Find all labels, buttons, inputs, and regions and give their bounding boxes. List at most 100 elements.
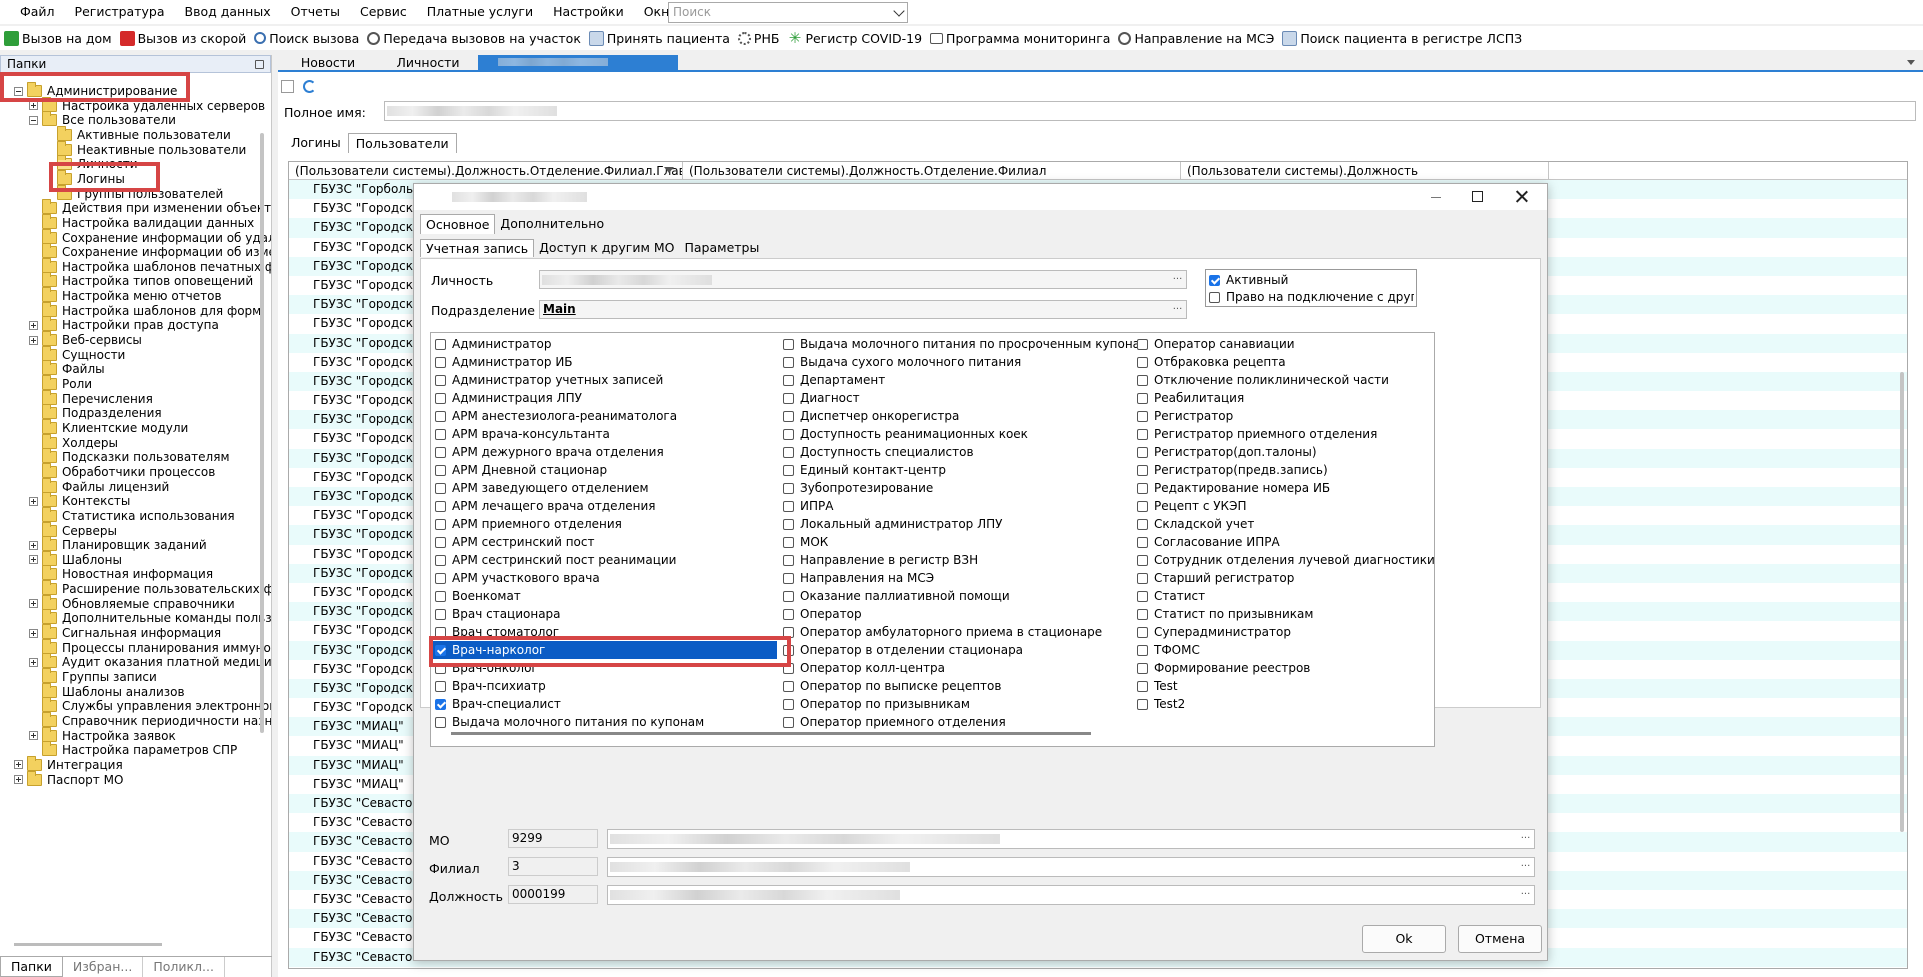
role-checkbox[interactable]: Выдача сухого молочного питания xyxy=(783,353,1021,371)
menu-item[interactable]: Файл xyxy=(10,0,65,24)
inner-tab[interactable]: Пользователи xyxy=(347,133,457,153)
ellipsis-button[interactable]: ... xyxy=(1518,887,1533,902)
role-checkbox[interactable]: Врач-психиатр xyxy=(435,677,546,695)
checkbox-box[interactable] xyxy=(435,590,446,602)
checkbox-box[interactable] xyxy=(1137,410,1148,422)
role-checkbox[interactable]: Администратор ИБ xyxy=(435,353,573,371)
menu-item[interactable]: Отчеты xyxy=(281,0,350,24)
ellipsis-button[interactable]: ... xyxy=(1518,859,1533,874)
checkbox-box[interactable] xyxy=(435,338,446,350)
checkbox-box[interactable] xyxy=(1137,554,1148,566)
personality-field[interactable]: ... xyxy=(539,270,1187,289)
expand-icon[interactable] xyxy=(29,599,38,609)
left-panel-tab[interactable]: Избран... xyxy=(63,957,144,977)
role-checkbox[interactable]: Оператор в отделении стационара xyxy=(783,641,1023,659)
checkbox-box[interactable] xyxy=(783,464,794,476)
role-checkbox[interactable]: Старший регистратор xyxy=(1137,569,1294,587)
role-checkbox[interactable]: Статист xyxy=(1137,587,1205,605)
role-checkbox[interactable]: Врач стационара xyxy=(435,605,561,623)
checkbox-box[interactable] xyxy=(783,590,794,602)
role-checkbox[interactable]: Администратор xyxy=(435,335,552,353)
ellipsis-button[interactable]: ... xyxy=(1170,272,1185,287)
checkbox-box[interactable] xyxy=(1137,482,1148,494)
role-checkbox[interactable]: Редактирование номера ИБ xyxy=(1137,479,1330,497)
role-checkbox[interactable]: Оператор приемного отделения xyxy=(783,713,1006,731)
checkbox-box[interactable] xyxy=(783,428,794,440)
role-checkbox[interactable]: АРМ сестринский пост реанимации xyxy=(435,551,676,569)
checkbox-box[interactable] xyxy=(1137,356,1148,368)
expand-icon[interactable] xyxy=(14,775,23,785)
role-checkbox[interactable]: Регистратор приемного отделения xyxy=(1137,425,1377,443)
remote-access-checkbox[interactable]: Право на подключение с других се xyxy=(1209,288,1414,306)
checkbox-box[interactable] xyxy=(1137,428,1148,440)
expand-icon[interactable] xyxy=(29,335,38,345)
role-checkbox[interactable]: АРМ дежурного врача отделения xyxy=(435,443,664,461)
menu-item[interactable]: Ввод данных xyxy=(175,0,281,24)
branch-field[interactable]: ... xyxy=(607,857,1535,877)
role-checkbox[interactable]: Выдача молочного питания по просроченным… xyxy=(783,335,1149,353)
role-checkbox[interactable]: Test xyxy=(1137,677,1178,695)
checkbox-box[interactable] xyxy=(1137,680,1148,692)
left-panel-tab[interactable]: Поликл... xyxy=(143,957,225,977)
role-checkbox[interactable]: АРМ лечащего врача отделения xyxy=(435,497,655,515)
role-checkbox[interactable]: Администрация ЛПУ xyxy=(435,389,582,407)
role-checkbox[interactable]: Доступность специалистов xyxy=(783,443,974,461)
role-checkbox[interactable]: Военкомат xyxy=(435,587,521,605)
left-panel-tab[interactable]: Папки xyxy=(0,957,63,977)
role-checkbox[interactable]: Доступность реанимационных коек xyxy=(783,425,1028,443)
checkbox-box[interactable] xyxy=(783,626,794,638)
role-checkbox[interactable]: Направления на МСЭ xyxy=(783,569,934,587)
search-input[interactable]: Поиск xyxy=(668,2,908,23)
menu-item[interactable]: Сервис xyxy=(350,0,417,24)
role-checkbox[interactable]: Врач-специалист xyxy=(435,695,561,713)
menu-item[interactable]: Настройки xyxy=(543,0,634,24)
checkbox-box[interactable] xyxy=(435,536,446,548)
role-checkbox[interactable]: Зубопротезирование xyxy=(783,479,933,497)
checkbox-box[interactable] xyxy=(435,554,446,566)
save-icon[interactable] xyxy=(281,79,294,93)
checkbox-box[interactable] xyxy=(435,680,446,692)
checkbox-box[interactable] xyxy=(435,698,446,710)
checkbox-box[interactable] xyxy=(435,716,446,728)
role-checkbox[interactable]: Диспетчер онкорегистра xyxy=(783,407,959,425)
dialog-subtab[interactable]: Учетная запись xyxy=(420,239,535,257)
expand-icon[interactable] xyxy=(29,496,38,506)
checkbox-box[interactable] xyxy=(1137,500,1148,512)
role-checkbox[interactable]: АРМ анестезиолога-реаниматолога xyxy=(435,407,677,425)
checkbox-box[interactable] xyxy=(435,374,446,386)
role-checkbox[interactable]: Суперадминистратор xyxy=(1137,623,1291,641)
role-checkbox[interactable]: Оператор xyxy=(783,605,862,623)
role-checkbox[interactable]: АРМ Дневной стационар xyxy=(435,461,607,479)
checkbox-box[interactable] xyxy=(1137,626,1148,638)
grid-column-header[interactable]: (Пользователи системы).Должность xyxy=(1181,162,1549,180)
checkbox-box[interactable] xyxy=(1137,662,1148,674)
checkbox-box[interactable] xyxy=(1137,644,1148,656)
document-tab[interactable]: Личности xyxy=(378,55,478,70)
role-checkbox[interactable]: Департамент xyxy=(783,371,885,389)
dialog-subtab[interactable]: Доступ к другим МО xyxy=(534,239,679,257)
checkbox-box[interactable] xyxy=(435,644,446,656)
dialog-tab[interactable]: Дополнительно xyxy=(495,214,609,234)
menu-item[interactable]: Платные услуги xyxy=(417,0,543,24)
role-checkbox[interactable]: ИПРА xyxy=(783,497,833,515)
checkbox-box[interactable] xyxy=(783,554,794,566)
ellipsis-button[interactable]: ... xyxy=(1170,302,1185,317)
checkbox-box[interactable] xyxy=(783,572,794,584)
full-name-input[interactable] xyxy=(384,101,1916,121)
checkbox-box[interactable] xyxy=(1209,291,1220,303)
dialog-tab[interactable]: Основное xyxy=(420,214,496,234)
minimize-icon[interactable] xyxy=(1429,190,1443,204)
role-checkbox[interactable]: АРМ врача-консультанта xyxy=(435,425,610,443)
role-checkbox[interactable]: Регистратор(предв.запись) xyxy=(1137,461,1328,479)
checkbox-box[interactable] xyxy=(1137,464,1148,476)
role-checkbox[interactable]: МОК xyxy=(783,533,828,551)
checkbox-box[interactable] xyxy=(1209,274,1220,286)
expand-icon[interactable] xyxy=(29,101,38,111)
sort-arrow-icon[interactable] xyxy=(664,167,674,173)
dialog-subtab[interactable]: Параметры xyxy=(679,239,764,257)
inner-tab[interactable]: Логины xyxy=(284,133,348,153)
role-checkbox[interactable]: Врач стоматолог xyxy=(435,623,559,641)
grid-column-header[interactable]: (Пользователи системы).Должность.Отделен… xyxy=(289,162,683,180)
role-checkbox[interactable]: Регистратор(доп.талоны) xyxy=(1137,443,1317,461)
menu-item[interactable]: Регистратура xyxy=(65,0,175,24)
